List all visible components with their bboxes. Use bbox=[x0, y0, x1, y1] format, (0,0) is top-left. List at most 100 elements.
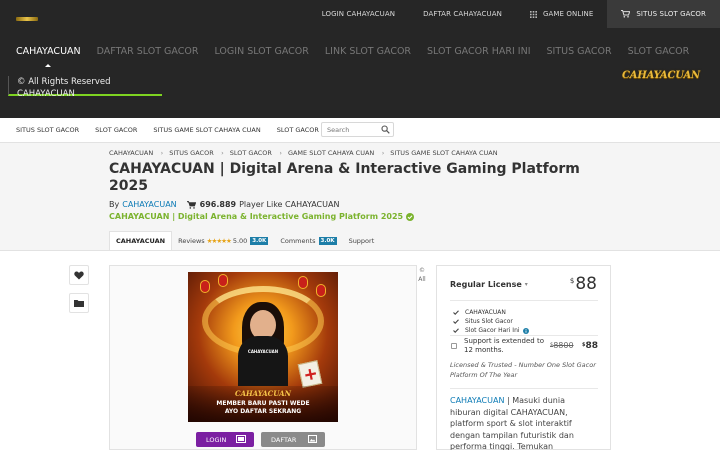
feature-item: CAHAYACUAN bbox=[453, 308, 535, 317]
sub-nav-links: SITUS SLOT GACOR SLOT GACOR SITUS GAME S… bbox=[8, 118, 353, 142]
item-tabs: CAHAYACUAN Reviews ★★★★★ 5.00 3.0K Comme… bbox=[109, 231, 380, 250]
search-icon[interactable] bbox=[381, 125, 390, 134]
breadcrumb-item[interactable]: CAHAYACUAN › bbox=[109, 149, 163, 157]
breadcrumb-label: GAME SLOT CAHAYA CUAN bbox=[287, 149, 375, 157]
rating-value: 5.00 bbox=[232, 236, 248, 245]
price-currency: $ bbox=[582, 342, 586, 348]
license-selector[interactable]: Regular License ▾ bbox=[450, 280, 528, 289]
top-link-daftar-label: DAFTAR CAHAYACUAN bbox=[423, 10, 502, 18]
promo-banner-line1: MEMBER BARU PASTI WEDE bbox=[216, 400, 310, 407]
site-header: CAHAYACUAN DAFTAR SLOT GACOR LOGIN SLOT … bbox=[0, 28, 720, 118]
feature-item: Situs Slot Gacor bbox=[453, 317, 535, 326]
info-icon[interactable] bbox=[522, 327, 529, 334]
description-brand[interactable]: CAHAYACUAN bbox=[450, 396, 504, 405]
daftar-button[interactable]: DAFTAR bbox=[261, 432, 325, 447]
copyright-note: © All bbox=[418, 267, 426, 283]
subnav-link-slot-gacor[interactable]: SLOT GACOR bbox=[87, 126, 145, 134]
nav-item-label: DAFTAR SLOT GACOR bbox=[96, 46, 199, 57]
promo-banner-title: CAHAYACUAN bbox=[235, 389, 291, 398]
nav-item-link-slot-gacor[interactable]: LINK SLOT GACOR bbox=[317, 46, 419, 57]
nav-item-daftar-slot-gacor[interactable]: DAFTAR SLOT GACOR bbox=[89, 46, 207, 57]
breadcrumb-label: SLOT GACOR bbox=[229, 149, 272, 157]
main-nav: CAHAYACUAN DAFTAR SLOT GACOR LOGIN SLOT … bbox=[8, 46, 698, 67]
top-link-situs-slot-gacor-label: SITUS SLOT GACOR bbox=[636, 10, 706, 18]
license-price: $88 bbox=[570, 274, 597, 294]
preview-icon bbox=[236, 435, 246, 443]
top-link-situs-slot-gacor[interactable]: SITUS SLOT GACOR bbox=[607, 0, 720, 28]
collection-button[interactable] bbox=[69, 293, 89, 313]
breadcrumb: CAHAYACUAN › SITUS GACOR › SLOT GACOR › GAM… bbox=[109, 149, 514, 157]
new-price-value: 88 bbox=[585, 341, 599, 351]
support-new-price: $88 bbox=[582, 341, 598, 351]
feature-label: CAHAYACUAN bbox=[465, 309, 506, 316]
top-link-game-online[interactable]: GAME ONLINE bbox=[516, 0, 607, 28]
breadcrumb-separator-icon: › bbox=[160, 149, 164, 157]
breadcrumb-separator-icon: › bbox=[221, 149, 224, 157]
author-link[interactable]: CAHAYACUAN bbox=[122, 200, 176, 209]
login-button[interactable]: LOGIN bbox=[196, 432, 254, 447]
feature-label: Slot Gacor Hari Ini bbox=[465, 327, 520, 334]
tab-reviews[interactable]: Reviews ★★★★★ 5.00 3.0K bbox=[172, 231, 274, 250]
nav-item-slot-gacor-hari-ini[interactable]: SLOT GACOR HARI INI bbox=[419, 46, 538, 57]
verified-check-icon bbox=[406, 212, 415, 221]
nav-item-situs-gacor[interactable]: SITUS GACOR bbox=[539, 46, 620, 57]
cart-icon bbox=[186, 200, 196, 209]
support-extension: Support is extended to 12 months. $8800 … bbox=[450, 336, 600, 358]
price-currency: $ bbox=[550, 342, 554, 348]
nav-item-login-slot-gacor[interactable]: LOGIN SLOT GACOR bbox=[206, 46, 316, 57]
breadcrumb-label: SITUS GAME SLOT CAHAYA CUAN bbox=[390, 149, 498, 157]
top-link-game-online-label: GAME ONLINE bbox=[542, 10, 594, 18]
nav-item-slot-gacor[interactable]: SLOT GACOR bbox=[620, 46, 698, 57]
lantern-icon bbox=[200, 280, 210, 293]
support-old-price: $8800 bbox=[550, 341, 574, 350]
license-description: CAHAYACUAN | Masuki dunia hiburan digita… bbox=[450, 395, 598, 450]
tab-label: Comments bbox=[280, 236, 316, 245]
lantern-icon bbox=[316, 284, 326, 297]
search-input[interactable] bbox=[322, 123, 378, 136]
tab-support[interactable]: Support bbox=[343, 231, 381, 250]
old-price-value: 8800 bbox=[553, 341, 574, 350]
tab-label: Support bbox=[348, 236, 375, 245]
top-links: LOGIN CAHAYACUAN DAFTAR CAHAYACUAN GAME … bbox=[308, 0, 720, 28]
favorite-button[interactable] bbox=[69, 265, 89, 285]
breadcrumb-separator-icon: › bbox=[279, 149, 282, 157]
rights-notice: © All Rights Reserved CAHAYACUAN bbox=[8, 76, 162, 99]
site-logo-small[interactable] bbox=[16, 17, 38, 21]
tab-overview[interactable]: CAHAYACUAN bbox=[109, 231, 173, 250]
breadcrumb-label: SITUS GACOR bbox=[169, 149, 214, 157]
top-bar: LOGIN CAHAYACUAN DAFTAR CAHAYACUAN GAME … bbox=[0, 0, 720, 28]
sub-nav: SITUS SLOT GACOR SLOT GACOR SITUS GAME S… bbox=[0, 118, 720, 143]
subnav-link-situs-slot-gacor[interactable]: SITUS SLOT GACOR bbox=[8, 126, 87, 134]
page-title: CAHAYACUAN | Digital Arena & Interactive… bbox=[109, 161, 580, 194]
breadcrumb-item[interactable]: GAME SLOT CAHAYA CUAN › bbox=[287, 149, 384, 157]
promo-shirt-brand: CAHAYACUAN bbox=[247, 349, 279, 354]
top-link-daftar[interactable]: DAFTAR CAHAYACUAN bbox=[409, 0, 516, 28]
nav-item-label: SLOT GACOR bbox=[627, 46, 690, 57]
license-panel: Regular License ▾ $88 CAHAYACUAN Situs S… bbox=[436, 265, 611, 450]
check-icon bbox=[453, 328, 459, 333]
player-count: 696.889 bbox=[199, 200, 237, 209]
nav-item-label: SLOT GACOR HARI INI bbox=[427, 46, 531, 57]
support-text: Support is extended to 12 months. bbox=[464, 337, 544, 354]
nav-item-cahayacuan[interactable]: CAHAYACUAN bbox=[8, 46, 89, 67]
nav-item-label: CAHAYACUAN bbox=[16, 46, 81, 57]
lantern-icon bbox=[218, 274, 228, 287]
top-link-login[interactable]: LOGIN CAHAYACUAN bbox=[308, 0, 409, 28]
nav-item-label: SITUS GACOR bbox=[546, 46, 612, 57]
support-checkbox[interactable] bbox=[451, 343, 457, 349]
model-body bbox=[238, 336, 288, 386]
breadcrumb-item[interactable]: SITUS GACOR › bbox=[169, 149, 224, 157]
lantern-icon bbox=[298, 276, 308, 289]
breadcrumb-item[interactable]: SLOT GACOR › bbox=[229, 149, 282, 157]
subnav-link-situs-game-slot[interactable]: SITUS GAME SLOT CAHAYA CUAN bbox=[145, 126, 268, 134]
tab-comments[interactable]: Comments 3.0K bbox=[274, 231, 342, 250]
check-icon bbox=[453, 319, 459, 324]
grid-icon bbox=[529, 10, 537, 18]
byline: By CAHAYACUAN 696.889 Player Like CAHAYA… bbox=[109, 200, 339, 209]
site-logo[interactable]: CAHAYACUAN bbox=[622, 70, 700, 81]
promo-image[interactable]: CAHAYACUAN CAHAYACUAN MEMBER BARU PASTI … bbox=[188, 272, 338, 422]
rating-stars-icon: ★★★★★ bbox=[206, 236, 232, 245]
daftar-button-label: DAFTAR bbox=[271, 435, 297, 444]
nav-item-label: LOGIN SLOT GACOR bbox=[214, 46, 309, 57]
breadcrumb-item[interactable]: SITUS GAME SLOT CAHAYA CUAN bbox=[390, 149, 497, 157]
